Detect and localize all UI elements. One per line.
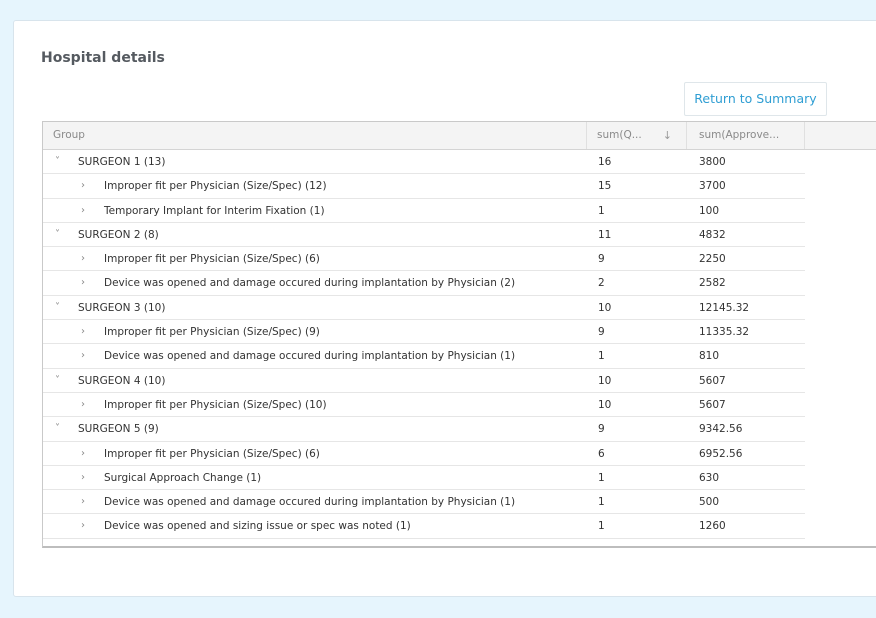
row-label: Improper fit per Physician (Size/Spec) (… [104,180,327,193]
column-header-group[interactable]: Group [43,122,587,149]
row-label: Improper fit per Physician (Size/Spec) (… [104,447,320,460]
chevron-right-icon[interactable]: › [81,344,85,368]
chevron-down-icon[interactable]: ˅ [55,150,60,174]
row-qty: 9 [598,326,605,339]
row-label: Improper fit per Physician (Size/Spec) (… [104,398,327,411]
row-label: SURGEON 3 (10) [78,301,166,314]
chevron-down-icon[interactable]: ˅ [55,417,60,441]
chevron-right-icon[interactable]: › [81,466,85,490]
group-row[interactable]: ˅ SURGEON 5 (9) 9 9342.56 [43,417,805,442]
row-qty: 1 [598,471,605,484]
row-approved: 2582 [699,277,726,290]
column-header-qty-label: sum(Q... [597,129,642,141]
chevron-right-icon[interactable]: › [81,393,85,417]
table-row[interactable]: › Improper fit per Physician (Size/Spec) … [43,442,805,466]
group-row[interactable]: ˅ SURGEON 4 (10) 10 5607 [43,369,805,393]
row-label: Device was opened and sizing issue or sp… [104,520,411,533]
row-label: Surgical Approach Change (1) [104,471,262,484]
chevron-down-icon[interactable]: ˅ [55,369,60,393]
row-qty: 10 [598,301,612,314]
column-header-approved[interactable]: sum(Approve... [687,122,805,149]
row-label: Device was opened and damage occured dur… [104,350,516,363]
row-approved: 2250 [699,253,726,266]
row-approved: 6952.56 [699,447,743,460]
row-qty: 16 [598,156,612,168]
row-label: SURGEON 4 (10) [78,374,166,387]
table-row[interactable]: › Improper fit per Physician (Size/Spec) … [43,393,805,418]
chevron-right-icon[interactable]: › [81,247,85,271]
row-qty: 15 [598,180,612,193]
group-row[interactable]: ˅ SURGEON 1 (13) 16 3800 [43,150,805,175]
table-row[interactable]: › Device was opened and damage occured du… [43,271,805,296]
hospital-details-card: Hospital details Return to Summary Group… [13,20,876,597]
row-label: SURGEON 1 (13) [78,156,166,168]
table-row[interactable]: › Temporary Implant for Interim Fixation … [43,199,805,223]
group-row[interactable]: ˅ SURGEON 2 (8) 11 4832 [43,223,805,248]
chevron-right-icon[interactable]: › [81,490,85,514]
row-qty: 10 [598,374,612,387]
row-approved: 4832 [699,228,726,241]
table-row[interactable]: › Improper fit per Physician (Size/Spec) … [43,320,805,345]
table-row[interactable]: › Device was opened and sizing issue or s… [43,514,805,539]
column-header-qty[interactable]: sum(Q... ↓ [587,122,687,149]
grid-rows: ˅ SURGEON 1 (13) 16 3800 › Improper fit per P… [43,150,805,539]
row-qty: 1 [598,520,605,533]
row-approved: 630 [699,471,720,484]
row-approved: 3800 [699,156,726,168]
row-label: Improper fit per Physician (Size/Spec) (… [104,326,320,339]
table-row[interactable]: › Improper fit per Physician (Size/Spec) … [43,174,805,199]
chevron-right-icon[interactable]: › [81,271,85,295]
row-label: Temporary Implant for Interim Fixation (… [104,204,325,217]
row-qty: 1 [598,350,605,363]
row-approved: 810 [699,350,720,363]
chevron-down-icon[interactable]: ˅ [55,296,60,320]
row-qty: 9 [598,423,605,436]
row-label: SURGEON 2 (8) [78,228,159,241]
data-grid: Group sum(Q... ↓ sum(Approve... ˅ SURGEON… [42,121,876,548]
row-approved: 500 [699,496,720,509]
row-qty: 2 [598,277,605,290]
table-row[interactable]: › Device was opened and damage occured du… [43,344,805,369]
group-row[interactable]: ˅ SURGEON 3 (10) 10 12145.32 [43,296,805,321]
row-qty: 9 [598,253,605,266]
chevron-right-icon[interactable]: › [81,442,85,466]
chevron-right-icon[interactable]: › [81,199,85,223]
chevron-right-icon[interactable]: › [81,174,85,198]
row-approved: 100 [699,204,720,217]
table-row[interactable]: › Device was opened and damage occured du… [43,490,805,515]
row-approved: 1260 [699,520,726,533]
row-approved: 11335.32 [699,326,750,339]
return-to-summary-button[interactable]: Return to Summary [684,82,827,116]
row-qty: 1 [598,496,605,509]
row-label: Improper fit per Physician (Size/Spec) (… [104,253,320,266]
chevron-down-icon[interactable]: ˅ [55,223,60,247]
row-approved: 5607 [699,398,726,411]
chevron-right-icon[interactable]: › [81,514,85,538]
row-label: Device was opened and damage occured dur… [104,496,516,509]
row-approved: 3700 [699,180,726,193]
row-approved: 12145.32 [699,301,750,314]
sort-down-arrow-icon[interactable]: ↓ [663,122,672,149]
table-row[interactable]: › Surgical Approach Change (1) 1 630 [43,466,805,491]
page-title: Hospital details [41,50,165,66]
row-approved: 9342.56 [699,423,743,436]
grid-header: Group sum(Q... ↓ sum(Approve... [43,122,876,150]
row-label: Device was opened and damage occured dur… [104,277,516,290]
chevron-right-icon[interactable]: › [81,320,85,344]
row-qty: 10 [598,398,612,411]
row-qty: 6 [598,447,605,460]
row-qty: 11 [598,228,612,241]
table-row[interactable]: › Improper fit per Physician (Size/Spec) … [43,247,805,272]
row-qty: 1 [598,204,605,217]
row-approved: 5607 [699,374,726,387]
row-label: SURGEON 5 (9) [78,423,159,436]
